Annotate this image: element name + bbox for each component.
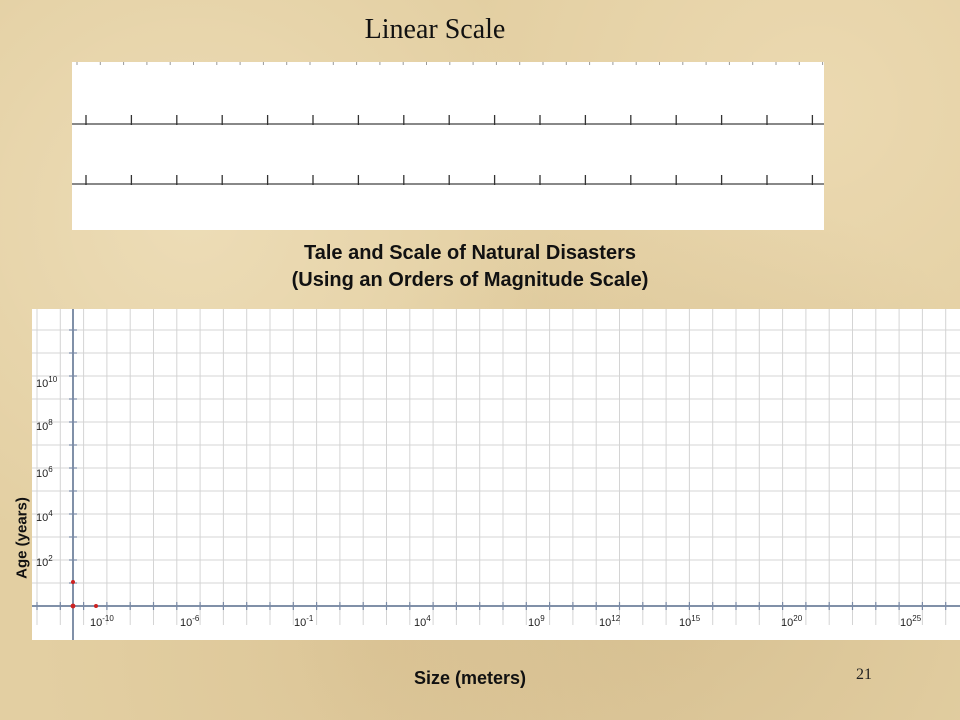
x-axis-marker xyxy=(94,604,98,608)
x-tick-label: 1012 xyxy=(599,614,621,629)
chart-title-block: Tale and Scale of Natural Disasters (Usi… xyxy=(180,240,760,294)
y-tick-label: 106 xyxy=(36,465,53,480)
x-tick-label: 10-10 xyxy=(90,614,114,629)
linear-scale-rulers xyxy=(72,62,824,230)
origin-marker xyxy=(70,603,76,609)
x-tick-label: 1015 xyxy=(679,614,701,629)
y-axis-label: Age (years) xyxy=(13,497,31,579)
chart-title: Tale and Scale of Natural Disasters xyxy=(304,242,636,264)
y-tick-label: 104 xyxy=(36,509,53,524)
y-tick-label: 1010 xyxy=(36,375,58,390)
x-tick-label: 10-1 xyxy=(294,614,314,629)
y-axis-marker xyxy=(71,580,75,584)
x-axis-label: Size (meters) xyxy=(413,668,527,688)
log-log-chart: 10-10 10-6 10-1 104 109 1012 1015 1020 1025 1010 1… xyxy=(32,309,960,640)
page-number: 21 xyxy=(856,666,872,683)
x-tick-label: 1020 xyxy=(781,614,803,629)
y-tick-label: 102 xyxy=(36,554,53,569)
x-tick-label: 109 xyxy=(528,614,545,629)
x-tick-label: 104 xyxy=(414,614,431,629)
slide-title: Linear Scale xyxy=(364,14,506,45)
x-tick-label: 1025 xyxy=(900,614,922,629)
chart-subtitle: (Using an Orders of Magnitude Scale) xyxy=(291,269,649,291)
y-tick-label: 108 xyxy=(36,418,53,433)
x-tick-label: 10-6 xyxy=(180,614,200,629)
